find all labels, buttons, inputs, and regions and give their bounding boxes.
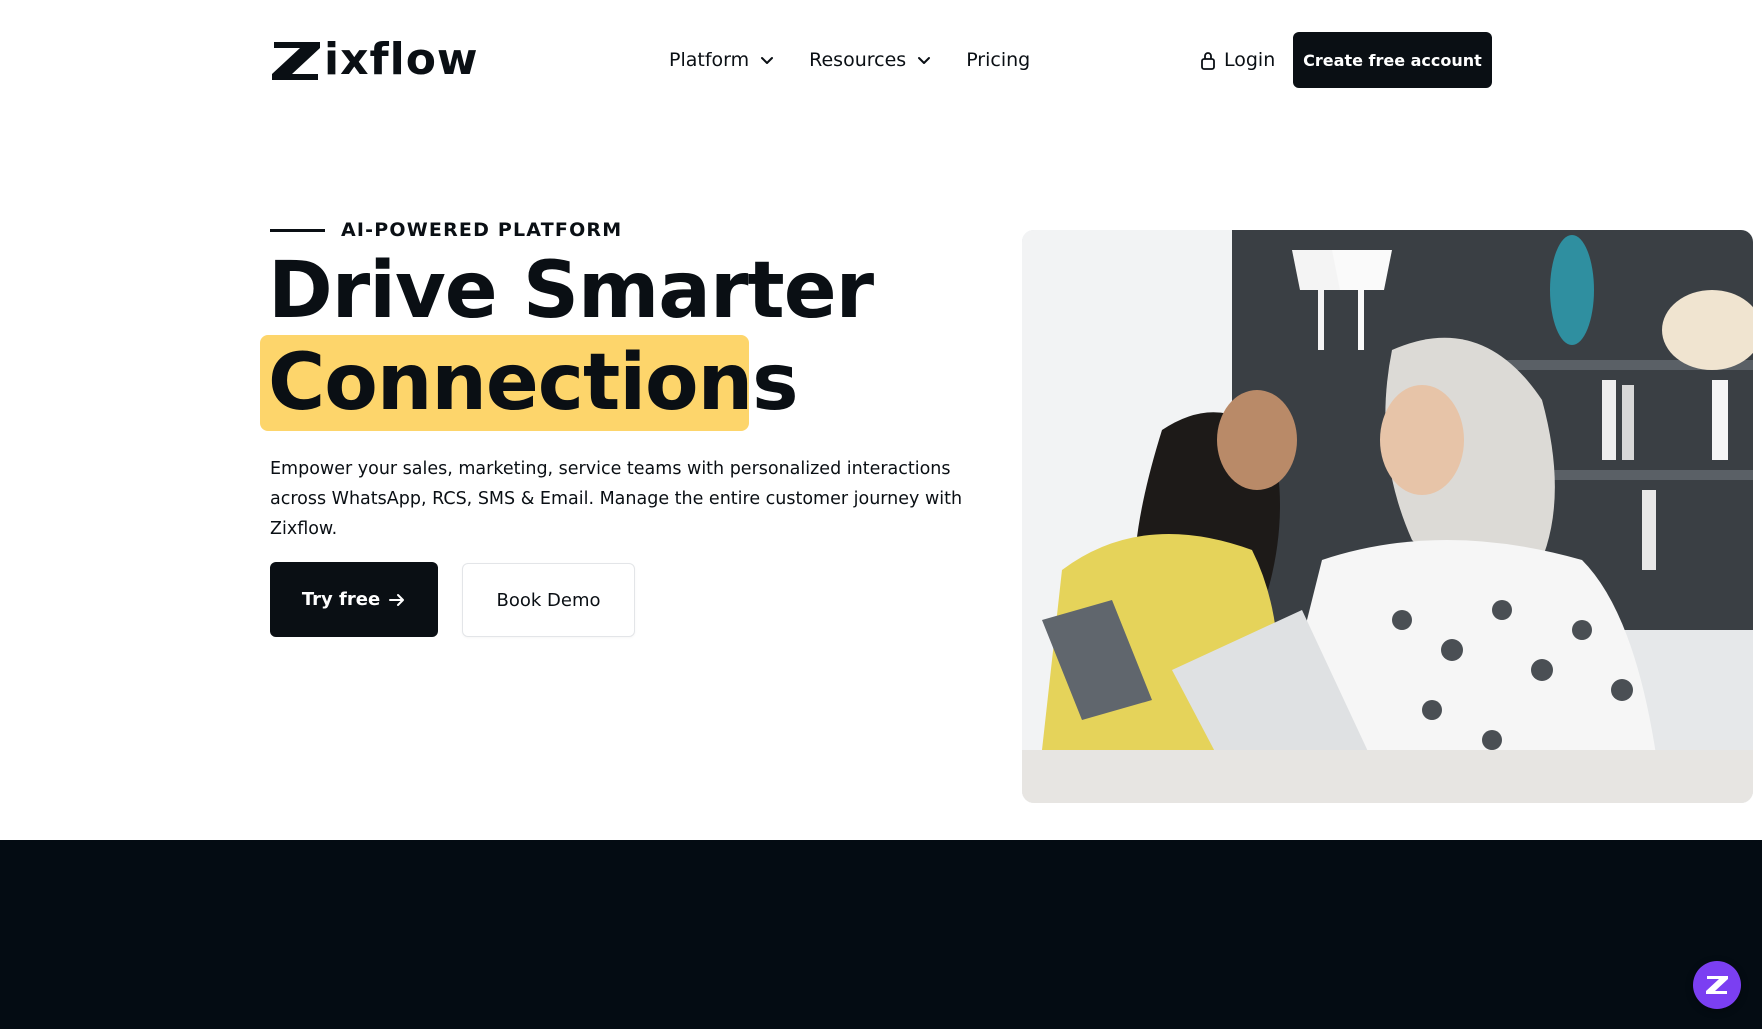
zixflow-logo[interactable]: ixflow (270, 38, 479, 82)
nav-pricing[interactable]: Pricing (966, 49, 1030, 71)
eyebrow: AI-POWERED PLATFORM (270, 218, 622, 242)
try-free-label: Try free (301, 589, 381, 610)
hero-subtitle: Empower your sales, marketing, service t… (270, 459, 963, 539)
logo-text: ixflow (324, 34, 479, 85)
main-nav: Platform Resources Pricing (669, 44, 1030, 76)
try-free-button[interactable]: Try free (270, 562, 438, 637)
chat-widget-button[interactable] (1693, 961, 1741, 1009)
arrow-right-icon (389, 593, 405, 606)
eyebrow-text: AI-POWERED PLATFORM (341, 219, 623, 241)
nav-resources[interactable]: Resources (809, 49, 932, 71)
headline-line2: Connections (268, 338, 799, 428)
book-demo-button[interactable]: Book Demo (462, 563, 635, 637)
chevron-down-icon (918, 57, 931, 64)
lock-icon (1201, 52, 1215, 70)
zixflow-chat-icon (1706, 976, 1728, 994)
login-link[interactable]: Login (1200, 44, 1275, 76)
nav-pricing-label: Pricing (966, 49, 1031, 71)
site-header: ixflow Platform Resources Pricing Login … (0, 0, 1762, 120)
eyebrow-line (270, 228, 325, 232)
nav-resources-label: Resources (809, 49, 907, 71)
create-free-account-button[interactable]: Create free account (1293, 32, 1492, 88)
nav-platform-label: Platform (669, 49, 750, 71)
hero-photo-illustration (1022, 230, 1753, 803)
headline-line1: Drive Smarter (268, 246, 874, 336)
login-label: Login (1224, 49, 1276, 71)
dark-section (0, 840, 1762, 1029)
nav-platform[interactable]: Platform (669, 49, 775, 71)
zixflow-logo-icon (272, 42, 320, 80)
hero-photo (1022, 230, 1753, 803)
chevron-down-icon (761, 57, 774, 64)
